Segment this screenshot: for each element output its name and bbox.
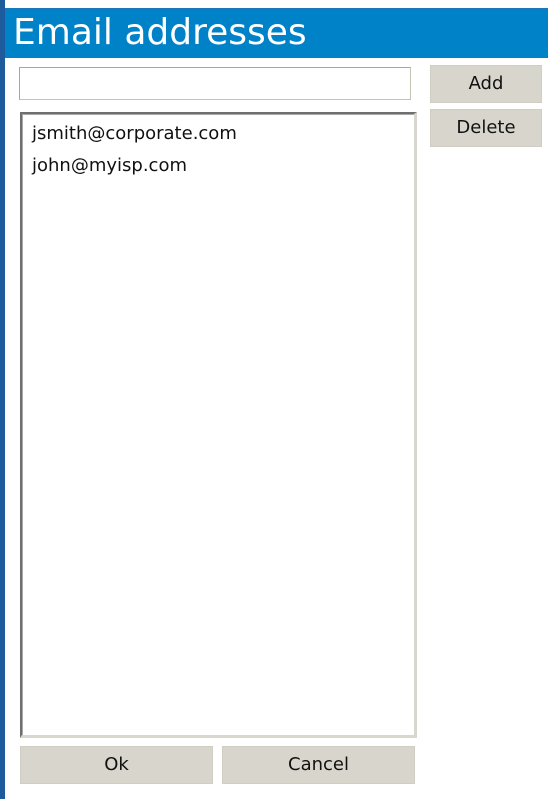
left-border-rule	[0, 0, 5, 799]
cancel-button[interactable]: Cancel	[222, 746, 415, 784]
email-addresses-dialog: Email addresses Add Delete jsmith@corpor…	[0, 0, 548, 799]
ok-button[interactable]: Ok	[20, 746, 213, 784]
list-item[interactable]: john@myisp.com	[22, 150, 414, 182]
email-input[interactable]	[19, 67, 411, 100]
title-bar: Email addresses	[5, 8, 548, 58]
dialog-title: Email addresses	[13, 12, 307, 53]
list-item[interactable]: jsmith@corporate.com	[22, 118, 414, 150]
email-list[interactable]: jsmith@corporate.com john@myisp.com	[20, 112, 417, 738]
add-button[interactable]: Add	[430, 65, 542, 103]
email-list-items: jsmith@corporate.com john@myisp.com	[22, 114, 414, 182]
delete-button[interactable]: Delete	[430, 109, 542, 147]
